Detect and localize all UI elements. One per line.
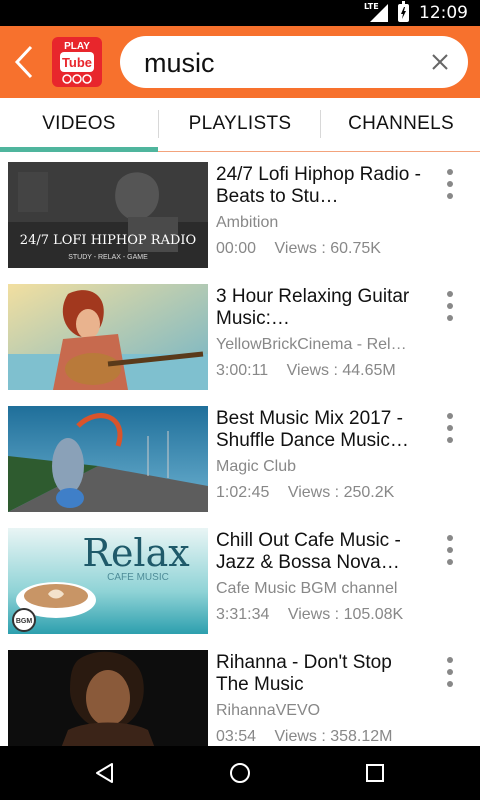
- signal-icon: LTE: [364, 2, 388, 22]
- recents-square-icon: [366, 764, 384, 782]
- clear-search-button[interactable]: [426, 48, 454, 76]
- video-title[interactable]: 24/7 Lofi Hiphop Radio - Beats to Stu…: [216, 164, 426, 208]
- video-views: Views : 44.65M: [286, 362, 396, 379]
- more-options-button[interactable]: [438, 166, 462, 202]
- video-views: Views : 250.2K: [287, 484, 395, 501]
- video-duration: 3:00:11: [216, 362, 269, 379]
- tab-divider: [158, 110, 159, 138]
- more-vert-icon: [447, 291, 453, 297]
- clock: 12:09: [419, 3, 468, 23]
- search-field[interactable]: music: [120, 36, 468, 88]
- list-item[interactable]: Relax CAFE MUSIC BGM Chill Out Cafe Musi…: [0, 522, 480, 642]
- tab-channels[interactable]: CHANNELS: [322, 98, 480, 150]
- thumbnail-title: Relax: [82, 531, 189, 575]
- svg-text:Tube: Tube: [62, 55, 92, 70]
- video-channel: Magic Club: [216, 458, 297, 475]
- list-item[interactable]: 3 Hour Relaxing Guitar Music:… YellowBri…: [0, 278, 480, 398]
- video-title[interactable]: Best Music Mix 2017 - Shuffle Dance Musi…: [216, 408, 426, 452]
- more-vert-icon: [447, 413, 453, 419]
- video-thumbnail[interactable]: [8, 284, 208, 390]
- video-meta: 1:02:45 Views : 250.2K: [216, 484, 426, 502]
- svg-text:PLAY: PLAY: [64, 41, 90, 52]
- list-item[interactable]: vevo Rihanna - Don't Stop The Music Riha…: [0, 644, 480, 746]
- video-meta: 03:54 Views : 358.12M: [216, 728, 426, 746]
- back-button[interactable]: [6, 40, 42, 84]
- thumbnail-subtitle: STUDY - RELAX - GAME: [68, 254, 148, 261]
- nav-home-button[interactable]: [223, 756, 257, 790]
- more-options-button[interactable]: [438, 532, 462, 568]
- thumbnail-badge: BGM: [16, 618, 33, 625]
- video-thumbnail[interactable]: [8, 406, 208, 512]
- nav-recents-button[interactable]: [358, 756, 392, 790]
- list-item[interactable]: 24/7 LOFI HIPHOP RADIO STUDY - RELAX - G…: [0, 156, 480, 276]
- home-circle-icon: [230, 763, 250, 783]
- video-duration: 00:00: [216, 240, 257, 257]
- more-vert-icon: [447, 535, 453, 541]
- video-title[interactable]: Chill Out Cafe Music - Jazz & Bossa Nova…: [216, 530, 426, 574]
- video-views: Views : 60.75K: [274, 240, 381, 257]
- nav-back-button[interactable]: [88, 756, 122, 790]
- video-channel: Cafe Music BGM channel: [216, 580, 398, 597]
- more-vert-icon: [447, 169, 453, 175]
- video-thumbnail[interactable]: 24/7 LOFI HIPHOP RADIO STUDY - RELAX - G…: [8, 162, 208, 268]
- video-duration: 3:31:34: [216, 606, 270, 623]
- navigation-bar: [0, 746, 480, 800]
- close-icon: [432, 54, 448, 70]
- video-views: Views : 105.08K: [287, 606, 404, 623]
- app-bar: PLAY Tube music: [0, 26, 480, 98]
- video-channel: RihannaVEVO: [216, 702, 321, 719]
- thumbnail-title: 24/7 LOFI HIPHOP RADIO: [20, 233, 196, 248]
- video-duration: 03:54: [216, 728, 257, 745]
- app-logo[interactable]: PLAY Tube: [52, 37, 102, 87]
- video-list[interactable]: 24/7 LOFI HIPHOP RADIO STUDY - RELAX - G…: [0, 156, 480, 746]
- thumbnail-subtitle: CAFE MUSIC: [107, 572, 169, 583]
- network-label: LTE: [364, 2, 379, 11]
- video-thumbnail[interactable]: Relax CAFE MUSIC BGM: [8, 528, 208, 634]
- search-input[interactable]: music: [144, 48, 215, 79]
- battery-icon: [398, 1, 409, 22]
- more-vert-icon: [447, 657, 453, 663]
- tab-indicator: [0, 147, 158, 152]
- status-bar: LTE 12:09: [0, 0, 480, 26]
- more-options-button[interactable]: [438, 654, 462, 690]
- back-triangle-icon: [96, 763, 113, 783]
- tab-divider: [320, 110, 321, 138]
- video-title[interactable]: Rihanna - Don't Stop The Music: [216, 652, 426, 696]
- chevron-left-icon: [14, 45, 33, 79]
- video-channel: YellowBrickCinema - Rel…: [216, 336, 407, 353]
- video-views: Views : 358.12M: [274, 728, 393, 745]
- video-title[interactable]: 3 Hour Relaxing Guitar Music:…: [216, 286, 426, 330]
- video-meta: 00:00 Views : 60.75K: [216, 240, 426, 258]
- video-meta: 3:00:11 Views : 44.65M: [216, 362, 426, 380]
- video-duration: 1:02:45: [216, 484, 270, 501]
- more-options-button[interactable]: [438, 410, 462, 446]
- video-thumbnail[interactable]: vevo: [8, 650, 208, 746]
- more-options-button[interactable]: [438, 288, 462, 324]
- tab-videos[interactable]: VIDEOS: [0, 98, 158, 150]
- list-item[interactable]: Best Music Mix 2017 - Shuffle Dance Musi…: [0, 400, 480, 520]
- video-channel: Ambition: [216, 214, 279, 231]
- video-meta: 3:31:34 Views : 105.08K: [216, 606, 426, 624]
- tab-playlists[interactable]: PLAYLISTS: [160, 98, 320, 150]
- tab-bar: VIDEOS PLAYLISTS CHANNELS: [0, 98, 480, 152]
